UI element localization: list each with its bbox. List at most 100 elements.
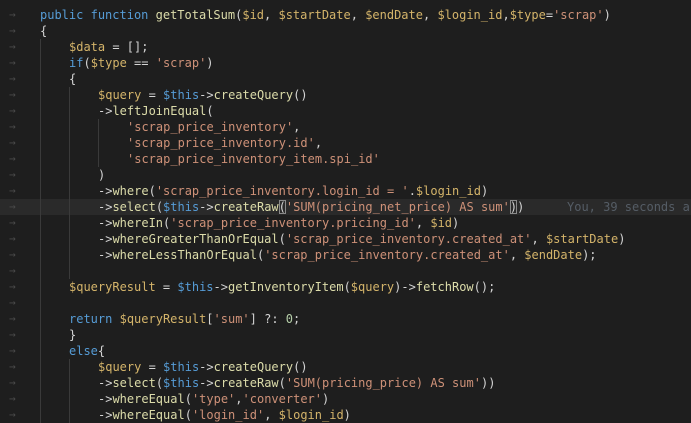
code-line[interactable]: →) xyxy=(0,167,691,183)
code-token: -> xyxy=(199,360,214,374)
whitespace-arrow-icon: → xyxy=(9,376,16,389)
indent-guide xyxy=(69,167,70,183)
code-token: 0 xyxy=(285,312,294,326)
code-text: $queryResult = $this->getInventoryItem($… xyxy=(69,279,495,295)
code-token: getInventoryItem xyxy=(227,280,344,294)
code-token: , xyxy=(235,392,243,406)
code-token: ( xyxy=(206,104,214,118)
code-line[interactable]: → $data = []; xyxy=(0,39,691,55)
code-line[interactable]: → public function getTotalSum($id, $start… xyxy=(0,7,691,23)
code-text: ->whereGreaterThanOrEqual('scrap_price_i… xyxy=(98,231,625,247)
code-token: ) xyxy=(452,216,460,230)
code-line[interactable]: → if($type == 'scrap') xyxy=(0,55,691,71)
whitespace-arrow-icon: → xyxy=(9,104,16,117)
code-token: -> xyxy=(213,280,228,294)
code-line[interactable]: → ->whereEqual('login_id', $login_id) xyxy=(0,407,691,423)
code-token: ) xyxy=(618,232,626,246)
code-line[interactable]: → ->whereGreaterThanOrEqual('scrap_price_… xyxy=(0,231,691,247)
code-token: ) xyxy=(206,56,214,70)
code-token: public xyxy=(40,8,84,22)
whitespace-arrow-icon: → xyxy=(9,344,16,357)
code-line[interactable]: → ->select($this->createRaw('SUM(pricing_… xyxy=(0,199,691,215)
code-token: $type xyxy=(90,56,127,70)
code-token: where xyxy=(112,184,149,198)
whitespace-arrow-icon: → xyxy=(9,24,16,37)
code-token: , xyxy=(314,136,323,150)
indent-guide xyxy=(69,407,70,423)
code-line[interactable]: → $queryResult = $this->getInventoryItem(… xyxy=(0,279,691,295)
code-line[interactable]: → $query = $this->createQuery() xyxy=(0,359,691,375)
code-token: $startDate xyxy=(278,8,351,22)
indent-guide xyxy=(40,199,41,215)
indent-guide xyxy=(40,39,41,55)
code-token: if xyxy=(69,56,84,70)
indent-guide xyxy=(98,119,99,135)
code-token: . xyxy=(408,184,416,198)
indent-guide xyxy=(69,247,70,263)
code-line[interactable]: →{ xyxy=(0,23,691,39)
code-line[interactable]: → return $queryResult['sum'] ?: 0; xyxy=(0,311,691,327)
indent-guide xyxy=(40,375,41,391)
code-token: 'scrap_price_inventory.pricing_id' xyxy=(170,216,416,230)
code-token: $endDate xyxy=(524,248,583,262)
whitespace-arrow-icon: → xyxy=(9,216,16,229)
code-line[interactable]: → ->select($this->createRaw('SUM(pricing_… xyxy=(0,375,691,391)
code-token: , xyxy=(264,8,279,22)
indent-guide xyxy=(40,263,41,279)
code-token: getTotalSum xyxy=(155,8,236,22)
code-token: 'scrap' xyxy=(155,56,207,70)
code-line[interactable]: → ->whereEqual('type','converter') xyxy=(0,391,691,407)
code-text: { xyxy=(69,71,76,87)
indent-guide xyxy=(69,215,70,231)
code-line[interactable]: → 'scrap_price_inventory.id', xyxy=(0,135,691,151)
code-line[interactable]: → 'scrap_price_inventory', xyxy=(0,119,691,135)
whitespace-arrow-icon: → xyxy=(9,56,16,69)
code-token: 'login_id' xyxy=(191,408,265,422)
code-token: createQuery xyxy=(213,88,294,102)
indent-guide xyxy=(40,295,41,311)
code-line[interactable]: → else{ xyxy=(0,343,691,359)
code-line[interactable]: → ->where('scrap_price_inventory.login_id… xyxy=(0,183,691,199)
code-token: ( xyxy=(184,392,192,406)
code-line[interactable]: → 'scrap_price_inventory_item.spi_id' xyxy=(0,151,691,167)
code-token: () xyxy=(293,360,308,374)
code-token: ) xyxy=(343,408,351,422)
code-token: 'scrap_price_inventory.login_id = ' xyxy=(155,184,409,198)
code-line[interactable]: → xyxy=(0,263,691,279)
code-line[interactable]: → $query = $this->createQuery() xyxy=(0,87,691,103)
indent-guide xyxy=(40,231,41,247)
bracket-match: ) xyxy=(509,200,518,214)
code-token: 'type' xyxy=(191,392,236,406)
code-line[interactable]: → xyxy=(0,295,691,311)
code-token: -> xyxy=(199,200,214,214)
code-token: createRaw xyxy=(213,376,279,390)
whitespace-arrow-icon: → xyxy=(9,88,16,101)
code-token: , xyxy=(422,8,438,22)
code-token: )) xyxy=(480,376,496,390)
whitespace-arrow-icon: → xyxy=(9,40,16,53)
indent-guide xyxy=(40,215,41,231)
code-line[interactable]: → ->whereIn('scrap_price_inventory.pricin… xyxy=(0,215,691,231)
code-token: , xyxy=(293,120,301,134)
code-token: -> xyxy=(98,216,113,230)
code-token: == xyxy=(126,56,156,70)
code-token: $query xyxy=(98,360,142,374)
code-token: -> xyxy=(98,104,113,118)
code-token: , xyxy=(531,232,546,246)
code-token: = xyxy=(141,88,164,102)
whitespace-arrow-icon: → xyxy=(9,152,16,165)
code-line[interactable]: → ->whereLessThanOrEqual('scrap_price_inv… xyxy=(0,247,691,263)
code-line[interactable]: → ->leftJoinEqual( xyxy=(0,103,691,119)
indent-guide xyxy=(40,135,41,151)
code-editor[interactable]: → public function getTotalSum($id, $start… xyxy=(0,0,691,423)
code-token: )-> xyxy=(394,280,416,294)
code-token: select xyxy=(112,200,156,214)
whitespace-arrow-icon: → xyxy=(9,232,16,245)
code-line[interactable]: →{ xyxy=(0,71,691,87)
code-token: $login_id xyxy=(278,408,344,422)
code-token: $this xyxy=(177,280,214,294)
code-token: 'scrap_price_inventory.id' xyxy=(127,136,315,150)
code-token: -> xyxy=(98,200,113,214)
code-text: ->whereEqual('login_id', $login_id) xyxy=(98,407,351,423)
code-line[interactable]: →} xyxy=(0,327,691,343)
